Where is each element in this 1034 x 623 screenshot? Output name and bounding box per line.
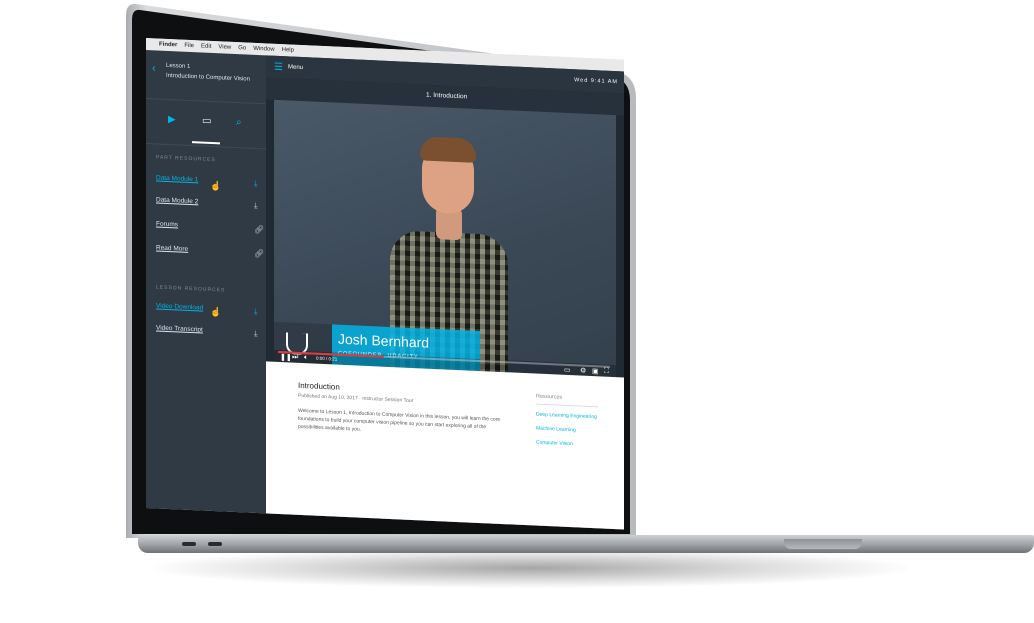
status-clock: Wed 9:41 AM: [574, 77, 618, 86]
lesson-title: Introduction to Computer Vision: [166, 72, 250, 83]
link-icon[interactable]: 🔗︎: [254, 249, 264, 258]
chevron-left-icon[interactable]: ‹: [152, 62, 156, 74]
laptop-base: [138, 535, 1034, 553]
concept-title: 1. Introduction: [426, 91, 468, 101]
resource-video-transcript[interactable]: Video Transcript: [156, 324, 203, 333]
search-icon[interactable]: ⌕: [236, 117, 242, 128]
video-time: 0:00 / 0:21: [316, 355, 338, 362]
trackpad-notch: [784, 539, 862, 549]
usb-port: [182, 542, 196, 546]
active-tab-indicator: [192, 141, 220, 145]
fullscreen-icon[interactable]: ⛶: [604, 368, 609, 376]
laptop-shadow: [150, 548, 910, 588]
sidebar-header: ‹ Lesson 1 Introduction to Computer Visi…: [146, 50, 266, 105]
volume-icon[interactable]: 🔈︎: [304, 354, 308, 362]
link-icon[interactable]: 🔗︎: [254, 225, 264, 234]
theater-icon[interactable]: ▣: [592, 367, 599, 375]
resource-data-module-2[interactable]: Data Module 2: [156, 196, 198, 205]
part-resources-heading: PART RESOURCES: [156, 154, 216, 164]
menu-label[interactable]: Menu: [288, 64, 303, 71]
screen: Finder File Edit View Go Window Help ‹ L…: [146, 38, 624, 530]
menu-help[interactable]: Help: [282, 47, 294, 54]
hair: [420, 136, 476, 163]
lesson-number: Lesson 1: [166, 62, 191, 70]
skip-icon[interactable]: ⏭: [292, 354, 298, 362]
resources-divider: [536, 403, 598, 408]
resource-data-module-1[interactable]: Data Module 1: [156, 174, 198, 183]
pause-icon[interactable]: ❚❚: [280, 353, 292, 362]
sidebar: ‹ Lesson 1 Introduction to Computer Visi…: [146, 50, 266, 526]
main-panel: ☰ Menu Wed 9:41 AM 1. Introduction Josh …: [266, 55, 624, 530]
menu-edit[interactable]: Edit: [201, 43, 211, 49]
menu-finder[interactable]: Finder: [159, 42, 177, 49]
content-meta: Published on Aug 10, 2017 · Instructor S…: [298, 392, 414, 405]
download-icon[interactable]: ⤓: [254, 201, 258, 211]
resource-video-download[interactable]: Video Download: [156, 302, 203, 311]
settings-icon[interactable]: ⚙: [580, 367, 586, 375]
pointer-cursor-icon: ☝: [210, 306, 222, 318]
resource-link-3[interactable]: Computer Vision: [536, 440, 573, 448]
menu-view[interactable]: View: [218, 44, 231, 51]
resource-read-more[interactable]: Read More: [156, 244, 188, 252]
video-icon[interactable]: ▶: [168, 114, 176, 125]
usb-port: [208, 542, 222, 546]
document-icon[interactable]: ▭: [202, 116, 211, 127]
video-player[interactable]: Josh Bernhard COFOUNDER, UDACITY ❚❚ ⏭ 🔈︎…: [274, 99, 616, 378]
resource-link-1[interactable]: Deep Learning Engineering: [536, 412, 597, 421]
resource-link-2[interactable]: Machine Learning: [536, 426, 576, 434]
download-icon[interactable]: ⤓: [254, 179, 258, 189]
lesson-resources-heading: LESSON RESOURCES: [156, 284, 226, 294]
download-icon[interactable]: ⤓: [254, 307, 258, 317]
download-icon[interactable]: ⤓: [254, 329, 258, 339]
pointer-cursor-icon: ☝: [210, 180, 222, 192]
menu-window[interactable]: Window: [253, 46, 274, 53]
hamburger-icon[interactable]: ☰: [274, 62, 283, 73]
content-title: Introduction: [298, 380, 340, 392]
content-body: Welcome to Lesson 1, Introduction to Com…: [298, 407, 501, 433]
menu-go[interactable]: Go: [238, 45, 246, 51]
lesson-content: Introduction Published on Aug 10, 2017 ·…: [266, 361, 624, 530]
resources-heading: Resources: [536, 393, 563, 401]
resource-forums[interactable]: Forums: [156, 220, 178, 228]
sidebar-tabs: ▶ ▭ ⌕: [146, 99, 266, 150]
menu-file[interactable]: File: [184, 43, 194, 49]
captions-icon[interactable]: ▭: [564, 366, 571, 374]
